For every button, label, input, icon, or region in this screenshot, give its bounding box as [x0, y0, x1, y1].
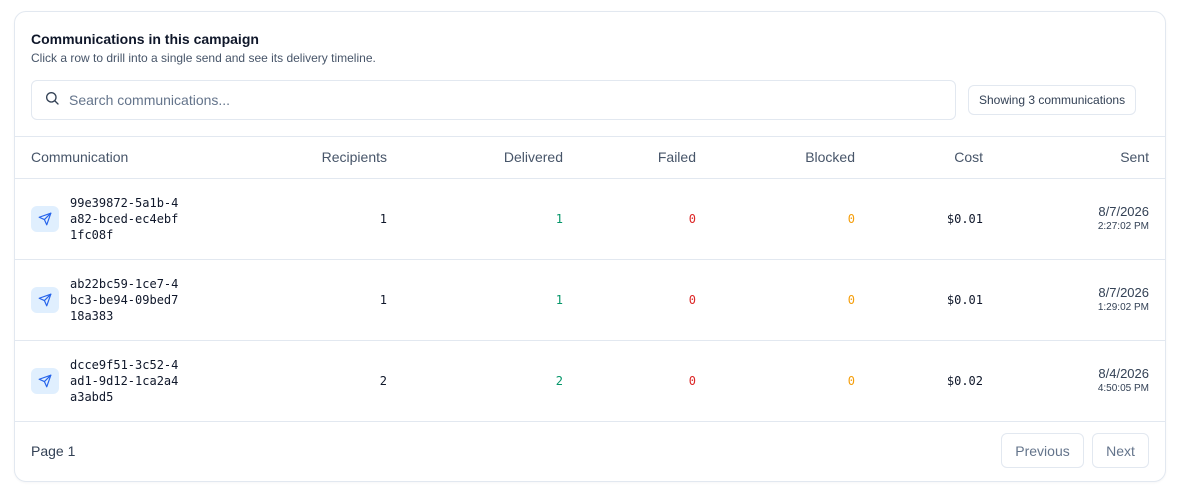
header-communication[interactable]: Communication [15, 137, 209, 178]
sent-time: 2:27:02 PM [1097, 220, 1149, 232]
communications-table: Communication Recipients Delivered Faile… [15, 137, 1165, 422]
communication-id: 99e39872-5a1b-4a82-bced-ec4ebf1fc08f [70, 195, 179, 242]
cell-failed: 0 [688, 292, 696, 307]
search-box[interactable] [31, 80, 956, 120]
cell-delivered: 1 [555, 292, 563, 307]
sent-time: 4:50:05 PM [1097, 382, 1149, 394]
table-row[interactable]: dcce9f51-3c52-4ad1-9d12-1ca2a4a3abd5 2 2… [15, 340, 1165, 421]
header-delivered[interactable]: Delivered [403, 137, 579, 178]
cell-delivered: 1 [555, 211, 563, 226]
cell-sent: 8/4/2026 4:50:05 PM [999, 340, 1165, 421]
cell-blocked: 0 [847, 211, 855, 226]
cell-blocked: 0 [847, 292, 855, 307]
cell-cost: $0.02 [946, 373, 983, 388]
card-subtitle: Click a row to drill into a single send … [31, 51, 376, 65]
pagination: Previous Next [1001, 433, 1149, 468]
cell-failed: 0 [688, 373, 696, 388]
count-badge: Showing 3 communications [968, 85, 1137, 115]
search-row: Showing 3 communications [31, 80, 1149, 120]
search-icon [44, 90, 60, 111]
header-cost[interactable]: Cost [871, 137, 999, 178]
sent-time: 1:29:02 PM [1097, 301, 1149, 313]
send-icon [31, 286, 59, 313]
page-label: Page 1 [31, 442, 76, 459]
table-footer: Page 1 Previous Next [15, 420, 1165, 481]
cell-recipients: 1 [379, 211, 387, 226]
cell-communication: 99e39872-5a1b-4a82-bced-ec4ebf1fc08f [15, 178, 209, 259]
header-failed[interactable]: Failed [579, 137, 712, 178]
communication-id: dcce9f51-3c52-4ad1-9d12-1ca2a4a3abd5 [70, 357, 179, 404]
communication-id: ab22bc59-1ce7-4bc3-be94-09bed718a383 [70, 276, 179, 323]
cell-communication: dcce9f51-3c52-4ad1-9d12-1ca2a4a3abd5 [15, 340, 209, 421]
header-blocked[interactable]: Blocked [712, 137, 871, 178]
cell-recipients: 1 [379, 292, 387, 307]
communications-card: Communications in this campaign Click a … [14, 11, 1166, 482]
previous-button[interactable]: Previous [1001, 433, 1084, 468]
cell-sent: 8/7/2026 1:29:02 PM [999, 259, 1165, 340]
search-input[interactable] [69, 92, 929, 108]
cell-cost: $0.01 [946, 211, 983, 226]
table-row[interactable]: ab22bc59-1ce7-4bc3-be94-09bed718a383 1 1… [15, 259, 1165, 340]
cell-blocked: 0 [847, 373, 855, 388]
card-title: Communications in this campaign [31, 31, 259, 47]
header-recipients[interactable]: Recipients [209, 137, 403, 178]
sent-date: 8/7/2026 [1098, 284, 1149, 300]
cell-delivered: 2 [555, 373, 563, 388]
header-sent[interactable]: Sent [999, 137, 1165, 178]
next-button[interactable]: Next [1092, 433, 1149, 468]
sent-date: 8/7/2026 [1098, 203, 1149, 219]
send-icon [31, 367, 59, 394]
cell-communication: ab22bc59-1ce7-4bc3-be94-09bed718a383 [15, 259, 209, 340]
sent-date: 8/4/2026 [1098, 365, 1149, 381]
cell-recipients: 2 [379, 373, 387, 388]
cell-sent: 8/7/2026 2:27:02 PM [999, 178, 1165, 259]
send-icon [31, 205, 59, 232]
table-header-row: Communication Recipients Delivered Faile… [15, 137, 1165, 178]
cell-failed: 0 [688, 211, 696, 226]
card-header: Communications in this campaign Click a … [15, 12, 1165, 137]
table-row[interactable]: 99e39872-5a1b-4a82-bced-ec4ebf1fc08f 1 1… [15, 178, 1165, 259]
cell-cost: $0.01 [946, 292, 983, 307]
